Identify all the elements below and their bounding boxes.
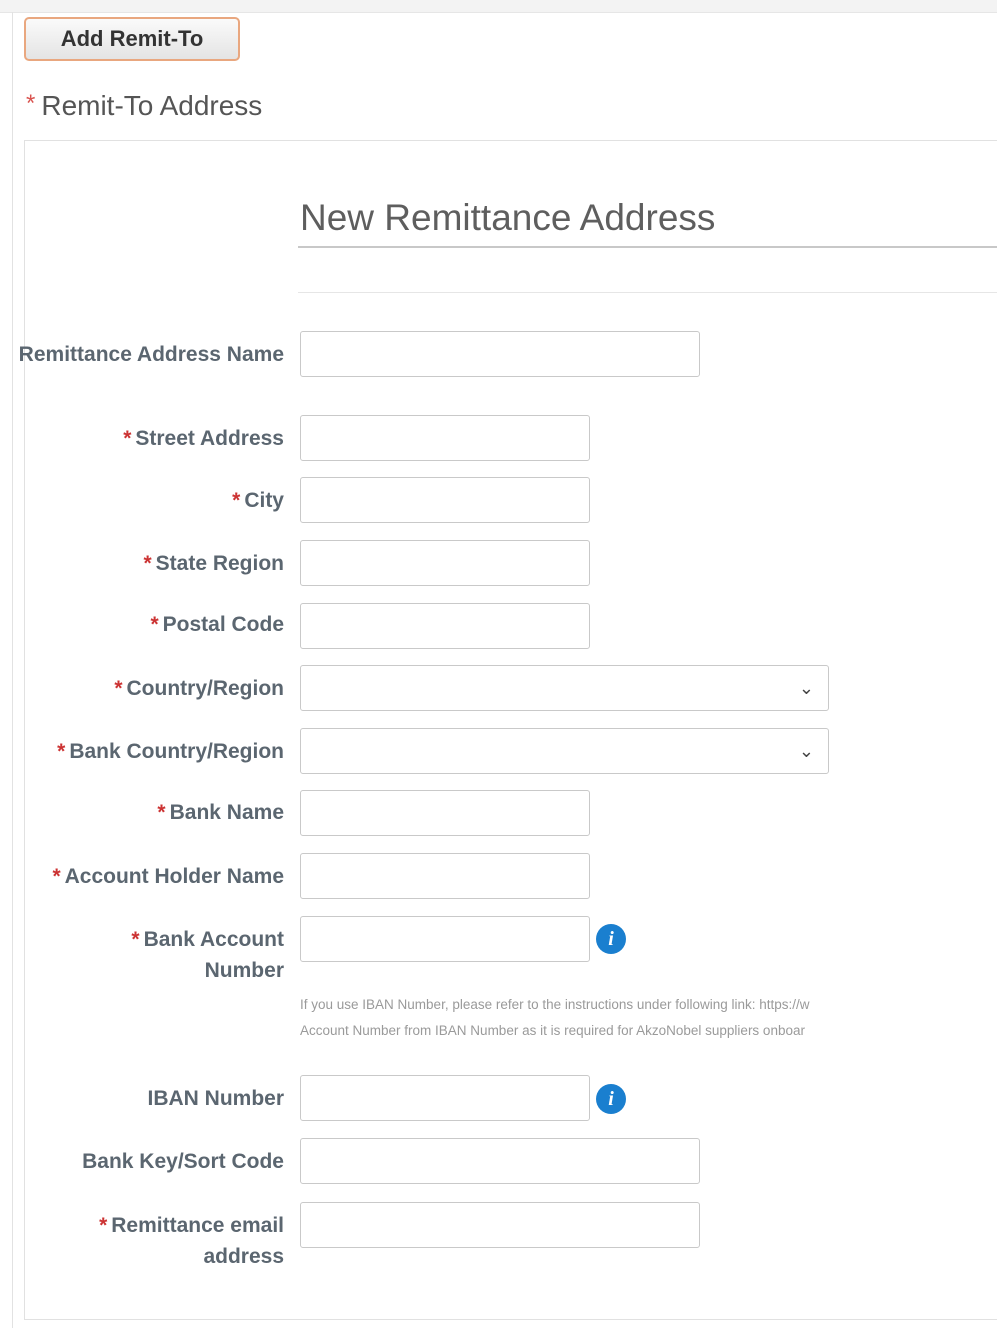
bank-country-region-select[interactable]: ⌄: [300, 728, 829, 774]
iban-number-label: IBAN Number: [147, 1087, 284, 1110]
title-divider-light: [298, 292, 997, 293]
city-input[interactable]: [300, 477, 590, 523]
iban-help-text: If you use IBAN Number, please refer to …: [300, 992, 997, 1044]
remittance-name-input[interactable]: [300, 331, 700, 377]
top-bar: [0, 0, 997, 13]
bank-name-input[interactable]: [300, 790, 590, 836]
title-divider: [298, 246, 997, 248]
remittance-email-input[interactable]: [300, 1202, 700, 1248]
bank-country-region-label: * Bank Country/Region: [57, 740, 284, 763]
info-icon[interactable]: i: [596, 1084, 626, 1114]
postal-code-label: * Postal Code: [150, 613, 284, 636]
sort-code-label: Bank Key/Sort Code: [82, 1150, 284, 1173]
postal-code-input[interactable]: [300, 603, 590, 649]
info-icon[interactable]: i: [596, 924, 626, 954]
bank-account-number-label: * Bank Account Number: [131, 928, 284, 982]
help-line-2: Account Number from IBAN Number as it is…: [300, 1023, 805, 1038]
help-line-1: If you use IBAN Number, please refer to …: [300, 997, 810, 1012]
add-remit-to-button[interactable]: Add Remit-To: [24, 17, 240, 61]
remittance-name-label: Remittance Address Name: [18, 343, 284, 366]
remittance-email-label: * Remittance email address: [99, 1214, 284, 1268]
form-title: New Remittance Address: [300, 197, 716, 238]
chevron-down-icon: ⌄: [798, 741, 814, 761]
sort-code-input[interactable]: [300, 1138, 700, 1184]
state-region-input[interactable]: [300, 540, 590, 586]
city-label: * City: [232, 489, 284, 512]
account-holder-label: * Account Holder Name: [52, 865, 284, 888]
bank-name-label: * Bank Name: [157, 801, 284, 824]
required-mark: *: [26, 90, 36, 117]
left-border: [12, 12, 13, 1328]
iban-number-input[interactable]: [300, 1075, 590, 1121]
street-address-label: * Street Address: [123, 427, 284, 450]
country-region-label: * Country/Region: [114, 677, 284, 700]
section-title-text: Remit-To Address: [41, 90, 263, 121]
street-address-input[interactable]: [300, 415, 590, 461]
account-holder-input[interactable]: [300, 853, 590, 899]
chevron-down-icon: ⌄: [798, 678, 814, 698]
state-region-label: * State Region: [143, 552, 284, 575]
bank-account-number-input[interactable]: [300, 916, 590, 962]
section-title: * Remit-To Address: [26, 90, 262, 122]
country-region-select[interactable]: ⌄: [300, 665, 829, 711]
